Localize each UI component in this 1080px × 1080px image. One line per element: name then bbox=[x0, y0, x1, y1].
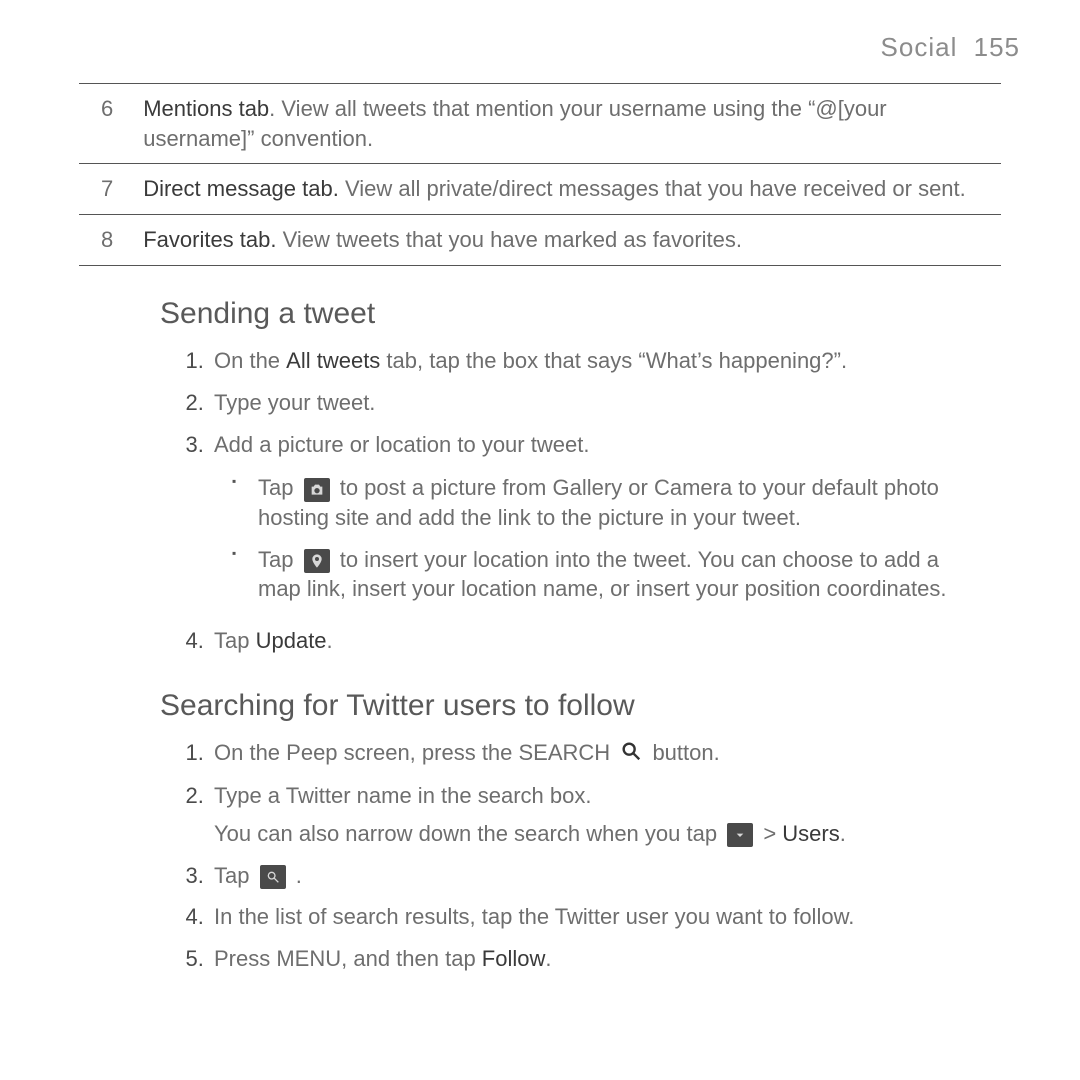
header-section: Social bbox=[881, 32, 958, 62]
row-text: Favorites tab. View tweets that you have… bbox=[135, 215, 1001, 266]
table-row: 6 Mentions tab. View all tweets that men… bbox=[79, 84, 1001, 164]
bullet-text: to insert your location into the tweet. … bbox=[258, 547, 946, 602]
section-heading-searching-users: Searching for Twitter users to follow bbox=[160, 686, 1020, 727]
list-item: On the Peep screen, press the SEARCH but… bbox=[210, 732, 960, 775]
row-number: 8 bbox=[79, 215, 135, 266]
tab-description-table: 6 Mentions tab. View all tweets that men… bbox=[79, 83, 1001, 266]
step-text: . bbox=[840, 821, 846, 846]
step-text: On the bbox=[214, 348, 286, 373]
list-item: Tap Update. bbox=[210, 620, 960, 662]
row-body: View tweets that you have marked as favo… bbox=[283, 227, 742, 252]
section-heading-sending-tweet: Sending a tweet bbox=[160, 294, 1020, 335]
step-term: Update bbox=[256, 628, 327, 653]
step-text: button. bbox=[652, 740, 719, 765]
step-text: tab, tap the box that says “What’s happe… bbox=[380, 348, 847, 373]
list-item: Tap to insert your location into the twe… bbox=[230, 539, 960, 610]
bullet-text: to post a picture from Gallery or Camera… bbox=[258, 475, 939, 530]
step-text: . bbox=[545, 946, 551, 971]
row-sep: . bbox=[269, 96, 281, 121]
step-text: Type a Twitter name in the search box. bbox=[214, 783, 591, 808]
list-item: Type your tweet. bbox=[210, 382, 960, 424]
sub-bullets: Tap to post a picture from Gallery or Ca… bbox=[230, 467, 960, 610]
step-text: . bbox=[327, 628, 333, 653]
row-number: 6 bbox=[79, 84, 135, 164]
step-text: Tap bbox=[214, 628, 256, 653]
list-item: Type a Twitter name in the search box. Y… bbox=[210, 775, 960, 854]
step-term: All tweets bbox=[286, 348, 380, 373]
list-item: Add a picture or location to your tweet.… bbox=[210, 424, 960, 620]
row-label: Favorites tab. bbox=[143, 227, 276, 252]
step-text: On the Peep screen, press the SEARCH bbox=[214, 740, 616, 765]
step-text: You can also narrow down the search when… bbox=[214, 821, 723, 846]
list-item: Press MENU, and then tap Follow. bbox=[210, 938, 960, 980]
step-text: > bbox=[763, 821, 782, 846]
row-body: View all private/direct messages that yo… bbox=[345, 176, 966, 201]
magnifier-icon bbox=[620, 740, 642, 770]
list-item: Tap . bbox=[210, 855, 960, 897]
step-text: Type your tweet. bbox=[214, 390, 375, 415]
bullet-text: Tap bbox=[258, 547, 300, 572]
row-label: Mentions tab bbox=[143, 96, 269, 121]
bullet-text: Tap bbox=[258, 475, 300, 500]
step-term: Users bbox=[782, 821, 839, 846]
camera-icon bbox=[304, 478, 330, 502]
step-text: Tap bbox=[214, 863, 256, 888]
steps-searching-users: On the Peep screen, press the SEARCH but… bbox=[210, 732, 960, 979]
list-item: In the list of search results, tap the T… bbox=[210, 896, 960, 938]
step-text: Add a picture or location to your tweet. bbox=[214, 432, 589, 457]
step-subtext: You can also narrow down the search when… bbox=[214, 819, 960, 849]
header-page-number: 155 bbox=[974, 32, 1020, 62]
step-term: Follow bbox=[482, 946, 546, 971]
list-item: Tap to post a picture from Gallery or Ca… bbox=[230, 467, 960, 538]
step-text: Press MENU, and then tap bbox=[214, 946, 482, 971]
row-label: Direct message tab. bbox=[143, 176, 339, 201]
table-row: 8 Favorites tab. View tweets that you ha… bbox=[79, 215, 1001, 266]
dropdown-icon bbox=[727, 823, 753, 847]
list-item: On the All tweets tab, tap the box that … bbox=[210, 340, 960, 382]
page-header: Social 155 bbox=[60, 30, 1020, 65]
steps-sending-tweet: On the All tweets tab, tap the box that … bbox=[210, 340, 960, 662]
step-text: . bbox=[296, 863, 302, 888]
row-text: Mentions tab. View all tweets that menti… bbox=[135, 84, 1001, 164]
search-action-icon bbox=[260, 865, 286, 889]
location-pin-icon bbox=[304, 549, 330, 573]
step-text: In the list of search results, tap the T… bbox=[214, 904, 854, 929]
row-number: 7 bbox=[79, 164, 135, 215]
table-row: 7 Direct message tab. View all private/d… bbox=[79, 164, 1001, 215]
row-text: Direct message tab. View all private/dir… bbox=[135, 164, 1001, 215]
